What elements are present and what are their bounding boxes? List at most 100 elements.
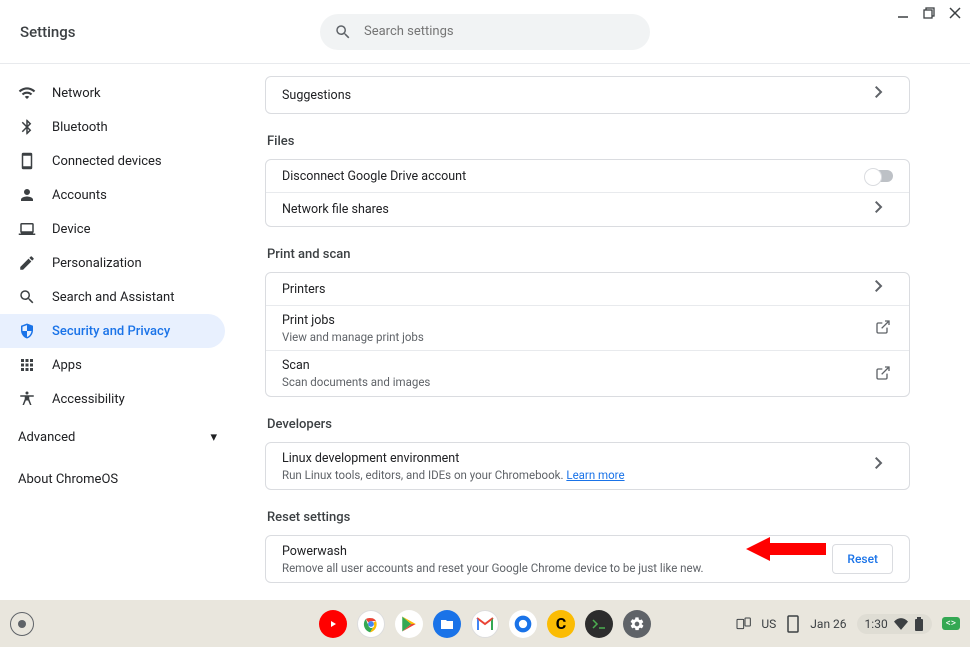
print-scan-card: Printers Print jobs View and manage prin… xyxy=(265,272,910,397)
gmail-icon[interactable] xyxy=(471,610,499,638)
sidebar-item-label: Security and Privacy xyxy=(52,324,170,339)
settings-icon[interactable] xyxy=(623,610,651,638)
chevron-right-icon xyxy=(875,457,893,475)
disconnect-drive-label: Disconnect Google Drive account xyxy=(282,169,466,184)
chevron-right-icon xyxy=(875,280,893,298)
powerwash-sub: Remove all user accounts and reset your … xyxy=(282,561,704,575)
powerwash-label: Powerwash xyxy=(282,544,704,559)
sidebar-item-network[interactable]: Network xyxy=(0,76,225,110)
status-tray[interactable]: US Jan 26 1:30 <> xyxy=(735,614,960,634)
chevron-down-icon: ▾ xyxy=(210,430,217,445)
sidebar-advanced-toggle[interactable]: Advanced ▾ xyxy=(0,420,235,454)
settings-header: Settings xyxy=(0,0,970,64)
sidebar: Network Bluetooth Connected devices Acco… xyxy=(0,64,235,600)
date-indicator[interactable]: Jan 26 xyxy=(810,617,846,631)
print-scan-section-title: Print and scan xyxy=(267,247,910,262)
annotation-arrow xyxy=(746,534,826,564)
keyboard-layout-indicator[interactable]: US xyxy=(761,617,776,631)
scan-sub: Scan documents and images xyxy=(282,375,430,389)
accessibility-icon xyxy=(18,390,36,408)
laptop-icon xyxy=(18,220,36,238)
sidebar-item-label: Bluetooth xyxy=(52,120,108,135)
sidebar-item-label: Network xyxy=(52,86,101,101)
printers-label: Printers xyxy=(282,282,325,297)
linux-sub: Run Linux tools, editors, and IDEs on yo… xyxy=(282,468,625,482)
network-shares-row[interactable]: Network file shares xyxy=(266,193,909,226)
developers-section-title: Developers xyxy=(267,417,910,432)
files-card: Disconnect Google Drive account Network … xyxy=(265,159,910,227)
person-icon xyxy=(18,186,36,204)
sidebar-item-security[interactable]: Security and Privacy xyxy=(0,314,225,348)
linux-label: Linux development environment xyxy=(282,451,625,466)
settings-content: Suggestions Files Disconnect Google Driv… xyxy=(235,64,970,600)
dev-mode-indicator[interactable]: <> xyxy=(942,617,960,630)
sidebar-item-personalization[interactable]: Personalization xyxy=(0,246,225,280)
page-title: Settings xyxy=(20,23,76,41)
external-link-icon xyxy=(875,365,893,383)
sidebar-item-label: Connected devices xyxy=(52,154,162,169)
printers-row[interactable]: Printers xyxy=(266,273,909,306)
linux-row[interactable]: Linux development environment Run Linux … xyxy=(266,443,909,489)
shield-icon xyxy=(18,322,36,340)
sidebar-item-label: Search and Assistant xyxy=(52,290,175,305)
bluetooth-icon xyxy=(18,118,36,136)
sidebar-item-search-assistant[interactable]: Search and Assistant xyxy=(0,280,225,314)
youtube-icon[interactable] xyxy=(319,610,347,638)
terminal-icon[interactable] xyxy=(585,610,613,638)
sidebar-item-apps[interactable]: Apps xyxy=(0,348,225,382)
chevron-right-icon xyxy=(875,201,893,219)
suggestions-label: Suggestions xyxy=(282,88,351,103)
search-icon xyxy=(334,23,352,41)
print-jobs-row[interactable]: Print jobs View and manage print jobs xyxy=(266,306,909,351)
wifi-icon xyxy=(18,84,36,102)
sidebar-item-device[interactable]: Device xyxy=(0,212,225,246)
search-bar[interactable] xyxy=(320,14,650,50)
files-section-title: Files xyxy=(267,134,910,149)
reset-button[interactable]: Reset xyxy=(832,544,893,574)
search-input[interactable] xyxy=(364,24,636,39)
scan-row[interactable]: Scan Scan documents and images xyxy=(266,351,909,396)
network-shares-label: Network file shares xyxy=(282,202,389,217)
launcher-button[interactable] xyxy=(10,612,34,636)
overview-icon[interactable] xyxy=(735,616,751,632)
shelf-apps: C xyxy=(319,610,651,638)
chevron-right-icon xyxy=(875,86,893,104)
scan-label: Scan xyxy=(282,358,430,373)
time-indicator: 1:30 xyxy=(865,617,888,631)
advanced-label: Advanced xyxy=(18,430,75,445)
messages-icon[interactable] xyxy=(509,610,537,638)
sidebar-item-label: Device xyxy=(52,222,91,237)
external-link-icon xyxy=(875,319,893,337)
sidebar-about[interactable]: About ChromeOS xyxy=(0,454,235,487)
print-jobs-sub: View and manage print jobs xyxy=(282,330,424,344)
sidebar-item-connected-devices[interactable]: Connected devices xyxy=(0,144,225,178)
sidebar-item-bluetooth[interactable]: Bluetooth xyxy=(0,110,225,144)
disconnect-drive-row[interactable]: Disconnect Google Drive account xyxy=(266,160,909,193)
chrome-icon[interactable] xyxy=(357,610,385,638)
sidebar-item-label: Personalization xyxy=(52,256,142,271)
status-pill[interactable]: 1:30 xyxy=(857,614,932,634)
sidebar-item-label: Accounts xyxy=(52,188,107,203)
reset-section-title: Reset settings xyxy=(267,510,910,525)
play-store-icon[interactable] xyxy=(395,610,423,638)
sidebar-item-label: Accessibility xyxy=(52,392,125,407)
phone-hub-icon[interactable] xyxy=(786,615,800,633)
suggestions-row[interactable]: Suggestions xyxy=(266,77,909,113)
print-jobs-label: Print jobs xyxy=(282,313,424,328)
phone-icon xyxy=(18,152,36,170)
sidebar-item-accessibility[interactable]: Accessibility xyxy=(0,382,225,416)
brush-icon xyxy=(18,254,36,272)
apps-icon xyxy=(18,356,36,374)
sidebar-item-label: Apps xyxy=(52,358,82,373)
files-icon[interactable] xyxy=(433,610,461,638)
developers-card: Linux development environment Run Linux … xyxy=(265,442,910,490)
suggestions-card: Suggestions xyxy=(265,76,910,114)
linux-learn-more-link[interactable]: Learn more xyxy=(566,468,624,482)
disconnect-drive-toggle[interactable] xyxy=(865,170,893,182)
search-icon xyxy=(18,288,36,306)
shelf: C US Jan 26 1:30 <> xyxy=(0,600,970,647)
sidebar-item-accounts[interactable]: Accounts xyxy=(0,178,225,212)
battery-status-icon xyxy=(914,617,924,631)
app-c-icon[interactable]: C xyxy=(547,610,575,638)
about-label: About ChromeOS xyxy=(18,472,118,487)
